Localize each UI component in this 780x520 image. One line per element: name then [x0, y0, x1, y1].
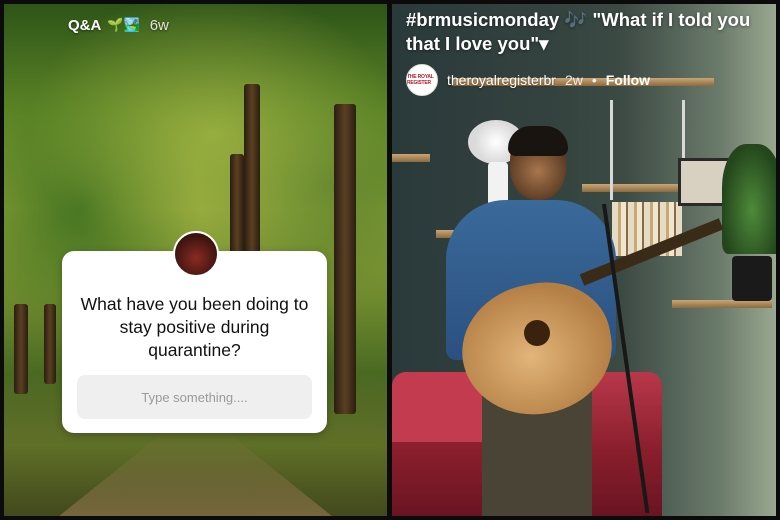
separator-dot: • [591, 72, 597, 88]
plant-pot [732, 256, 772, 301]
question-sticker[interactable]: What have you been doing to stay positiv… [62, 231, 327, 433]
follow-button[interactable]: Follow [606, 72, 650, 88]
tree-trunk [44, 304, 56, 384]
plant [722, 144, 776, 254]
account-username[interactable]: theroyalregisterbr [447, 72, 556, 88]
tree-trunk [230, 154, 244, 254]
shelf-bracket [610, 100, 613, 200]
account-avatar-logo: THE ROYAL REGISTER [407, 74, 434, 86]
account-row: THE ROYAL REGISTER theroyalregisterbr 2w… [406, 64, 650, 96]
right-story-panel: #brmusicmonday 🎶 "What if I told you tha… [392, 4, 776, 516]
caption-dropdown-icon[interactable]: ▾ [539, 33, 548, 54]
story-title[interactable]: Q&A [68, 17, 101, 34]
account-avatar[interactable]: THE ROYAL REGISTER [406, 64, 438, 96]
wall-shelf [392, 154, 430, 162]
post-time: 2w [564, 72, 583, 88]
wall-shelf [672, 300, 772, 308]
story-time: 6w [149, 16, 169, 34]
tree-trunk [14, 304, 28, 394]
sticker-question: What have you been doing to stay positiv… [80, 294, 309, 360]
tree-trunk [334, 104, 356, 414]
caption-text: #brmusicmonday 🎶 "What if I told you tha… [406, 9, 751, 54]
guitar-sound-hole [524, 320, 550, 346]
tree-trunk [244, 84, 260, 264]
answer-input[interactable]: Type something.... [77, 375, 312, 419]
left-story-panel: Q&A 🌱🏞️ 6w What have you been doing to s… [4, 4, 387, 516]
story-emoji: 🌱🏞️ [107, 17, 140, 32]
person-hair [508, 126, 568, 156]
post-caption: #brmusicmonday 🎶 "What if I told you tha… [406, 8, 772, 56]
sticker-avatar [173, 231, 219, 277]
story-header: Q&A 🌱🏞️ 6w [14, 10, 169, 40]
